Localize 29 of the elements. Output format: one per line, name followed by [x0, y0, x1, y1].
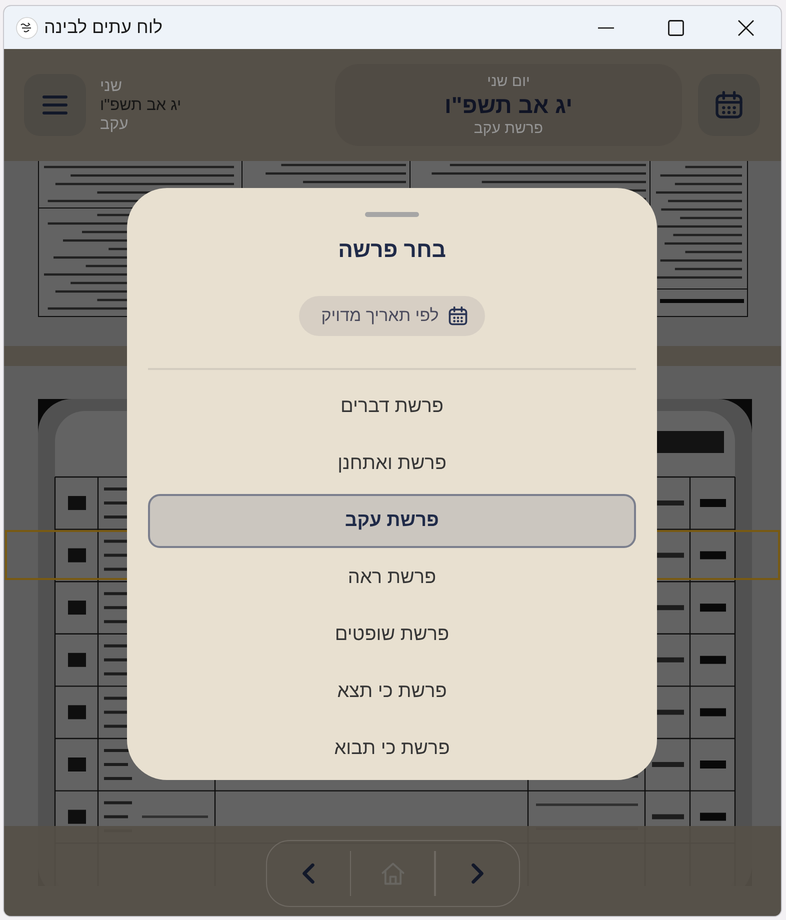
- day-label: שני: [100, 76, 122, 96]
- parasha-option[interactable]: פרשת עקב: [148, 494, 636, 548]
- parasha-option[interactable]: פרשת דברים: [148, 380, 636, 434]
- calendar-icon: [713, 89, 745, 121]
- minimize-icon: [598, 26, 614, 28]
- calendar-icon: [446, 305, 469, 327]
- parasha-option[interactable]: פרשת ואתחנן: [148, 437, 636, 491]
- menu-button[interactable]: [24, 74, 86, 136]
- parasha-option[interactable]: פרשת ראה: [148, 551, 636, 605]
- parasha-option[interactable]: פרשת שופטים: [148, 608, 636, 662]
- parasha-option[interactable]: פרשת כי תצא: [148, 665, 636, 719]
- weekday-label: יום שני: [487, 72, 530, 91]
- menu-icon: [42, 95, 68, 115]
- home-icon: [380, 860, 406, 886]
- window-title: לוח עתים לבינה: [44, 17, 163, 38]
- sheet-title: בחר פרשה: [338, 236, 446, 264]
- exact-date-button[interactable]: לפי תאריך מדויק: [299, 296, 485, 336]
- parasha-option[interactable]: פרשת כי תבוא: [148, 722, 636, 776]
- date-title: יג אב תשפ"ו: [444, 91, 573, 119]
- drag-handle[interactable]: [365, 212, 419, 217]
- parasha-label: עקב: [100, 114, 128, 134]
- chevron-left-icon: [302, 863, 314, 884]
- date-label: יג אב תשפ"ו: [100, 96, 182, 114]
- calendar-button[interactable]: [698, 74, 760, 136]
- maximize-icon: [668, 20, 684, 36]
- parasha-label: פרשת עקב: [474, 119, 544, 138]
- chevron-right-icon: [470, 863, 484, 884]
- close-icon: [738, 20, 754, 36]
- app-logo-icon: [16, 16, 38, 38]
